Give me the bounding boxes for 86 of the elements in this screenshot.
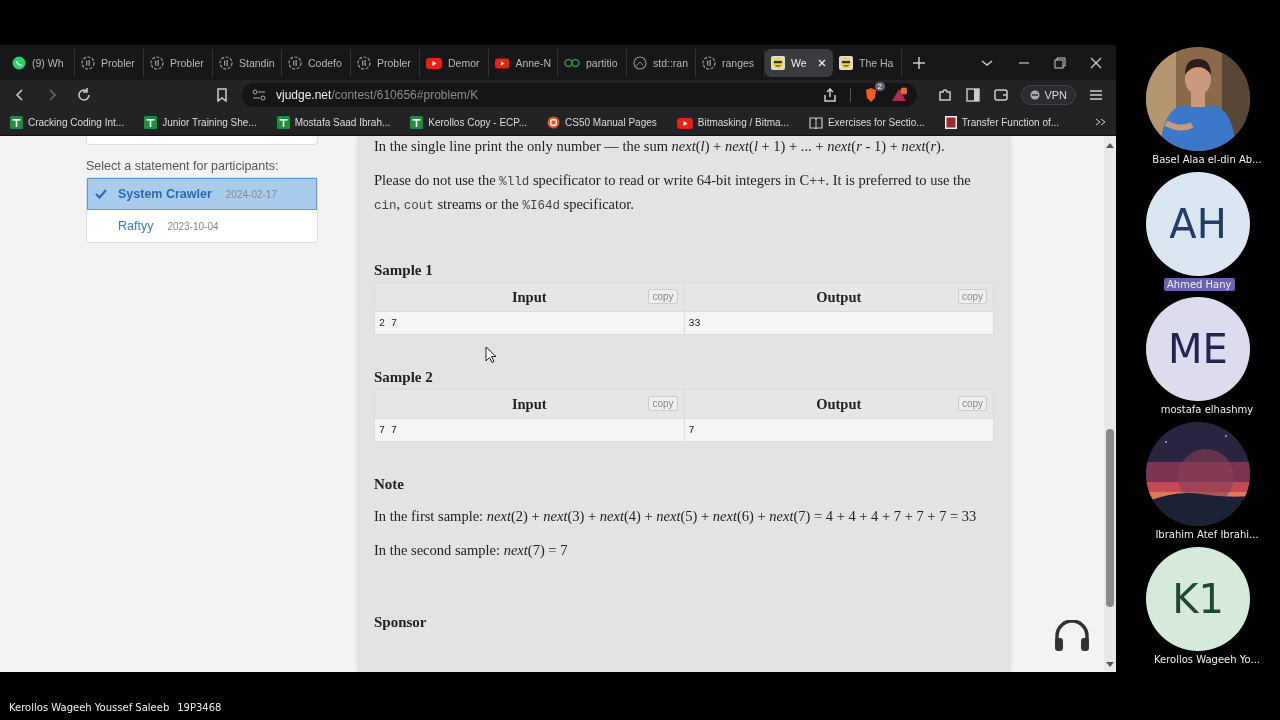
book-icon [808,116,823,129]
notification-badge: 2 [874,82,885,91]
sheet-icon [410,116,424,129]
lion-shield-icon[interactable] [863,87,879,103]
participant-name: Ibrahim Atef Ibrahi... [1154,528,1260,541]
play-icon [495,56,510,69]
restore-icon[interactable] [1054,56,1066,69]
vpn-button[interactable]: VPN [1021,85,1076,105]
sidebar-icon[interactable] [965,87,982,103]
presenter-name: Kerollos Wageeh Youssef Saleeb [9,702,170,713]
table-cell: 7 [684,418,994,442]
table-cell: 7 7 [374,418,684,442]
check-icon [95,189,107,199]
browser-tab[interactable]: The Ha [833,48,902,77]
table-cell: 33 [684,311,994,335]
play-icon [426,56,442,69]
address-field[interactable]: vjudge.net/contest/610656#problem/K 2 [242,83,917,107]
paragraph: In the single line print the only number — the sum next(l) + next(l + 1) + ... + next(r - 1) + next(r). [374,137,946,156]
browser-tab[interactable]: Anne-N [489,48,558,77]
avatar: K1 [1146,547,1250,651]
paragraph: In the first sample: next(2) + next(3) + next(4) + next(5) + next(6) + next(7) = 4 + 4 + 4 + 7 + 7 + 7 = 33 [374,507,978,526]
table-cell: 2 7 [374,311,684,335]
table-header: Input copy [374,282,684,312]
sheet-icon [10,116,23,129]
participant-name: Kerollos Wageeh Yo... [1152,653,1262,666]
section-heading: Note [374,476,405,493]
avatar: AH [1146,172,1250,276]
headphones-icon[interactable] [1053,620,1091,652]
paragraph: Please do not use the %lld specificator to read or write 64-bit integers in C++. It is preferred to use the cin, cout streams or the %I64d specificator. [374,171,972,215]
scrollbar-thumb[interactable] [1106,429,1114,607]
presenter-id: 19P3468 [177,702,222,713]
participant-name: Ahmed Hany [1164,278,1235,291]
triangle-alert-icon[interactable] [891,87,907,103]
sample-heading: Sample 2 [374,369,434,386]
chat-icon [12,55,26,70]
menu-icon[interactable] [1088,87,1104,103]
statement-label: Select a statement for participants: [86,159,280,173]
emoji-icon [771,55,785,70]
sample-heading: Sample 1 [374,262,434,279]
bookmark-item[interactable]: Kerollos Copy - ECP... [410,116,528,129]
browser-tab[interactable]: (9) Wh [6,48,75,77]
browser-tab[interactable]: Probler [144,48,213,77]
bookmark-item[interactable]: Transfer Function of... [944,116,1060,129]
section-heading: Sponsor [374,614,428,631]
browser-tab[interactable]: partitio [558,48,627,77]
browser-tab[interactable]: std::ran [627,48,696,77]
browser-tab[interactable]: Standin [213,48,282,77]
avatar: ME [1146,297,1250,401]
bookmark-item[interactable]: Mostafa Saad Ibrah... [276,116,391,129]
table-header: Input copy [374,389,684,419]
site-settings-icon[interactable] [252,89,266,101]
reload-icon[interactable] [76,87,92,103]
close-icon[interactable] [1090,56,1102,69]
share-icon[interactable] [822,87,838,103]
browser-tab[interactable]: Probler [351,48,420,77]
scroll-down-arrow-icon[interactable] [1106,662,1114,668]
bookmark-item[interactable]: Exercises for Sectio... [808,116,925,129]
bookmark-item[interactable]: CS50 Manual Pages [547,116,657,129]
sheet-icon [276,116,290,129]
circle-logo-icon [547,116,561,129]
bookmark-item[interactable]: Bitmasking / Bitma... [676,116,789,129]
table-header: Output copy [684,282,994,312]
scroll-up-arrow-icon[interactable] [1106,142,1114,148]
wallet-icon[interactable] [993,87,1010,103]
plus-icon[interactable] [912,55,926,70]
puzzle-icon[interactable] [937,87,954,103]
browser-tab[interactable]: Probler [75,48,144,77]
cursor-icon [485,346,497,363]
double-circle-icon [564,56,580,69]
scrollbar[interactable] [1104,136,1116,672]
bookmark-icon[interactable] [214,87,230,103]
statement-option[interactable]: Raftyy 2023-10-04 [87,210,317,242]
browser-tab[interactable]: We [765,48,833,77]
sheet-icon [144,116,158,129]
document-icon [944,116,957,129]
play-icon [676,116,693,129]
participant-name: Basel Alaa el-din Ab... [1151,153,1263,166]
paragraph: In the second sample: next(7) = 7 [374,541,569,560]
browser-tab[interactable]: Demor [420,48,489,77]
bookmark-item[interactable]: Junior Training She... [144,116,257,129]
bookmark-item[interactable]: Cracking Coding Int... [10,116,125,129]
emoji-icon [839,55,853,70]
shield-icon [1030,90,1041,100]
browser-tab[interactable]: Codefo [282,48,351,77]
table-header: Output copy [684,389,994,419]
participant-name: mostafa elhashmy [1159,403,1255,416]
